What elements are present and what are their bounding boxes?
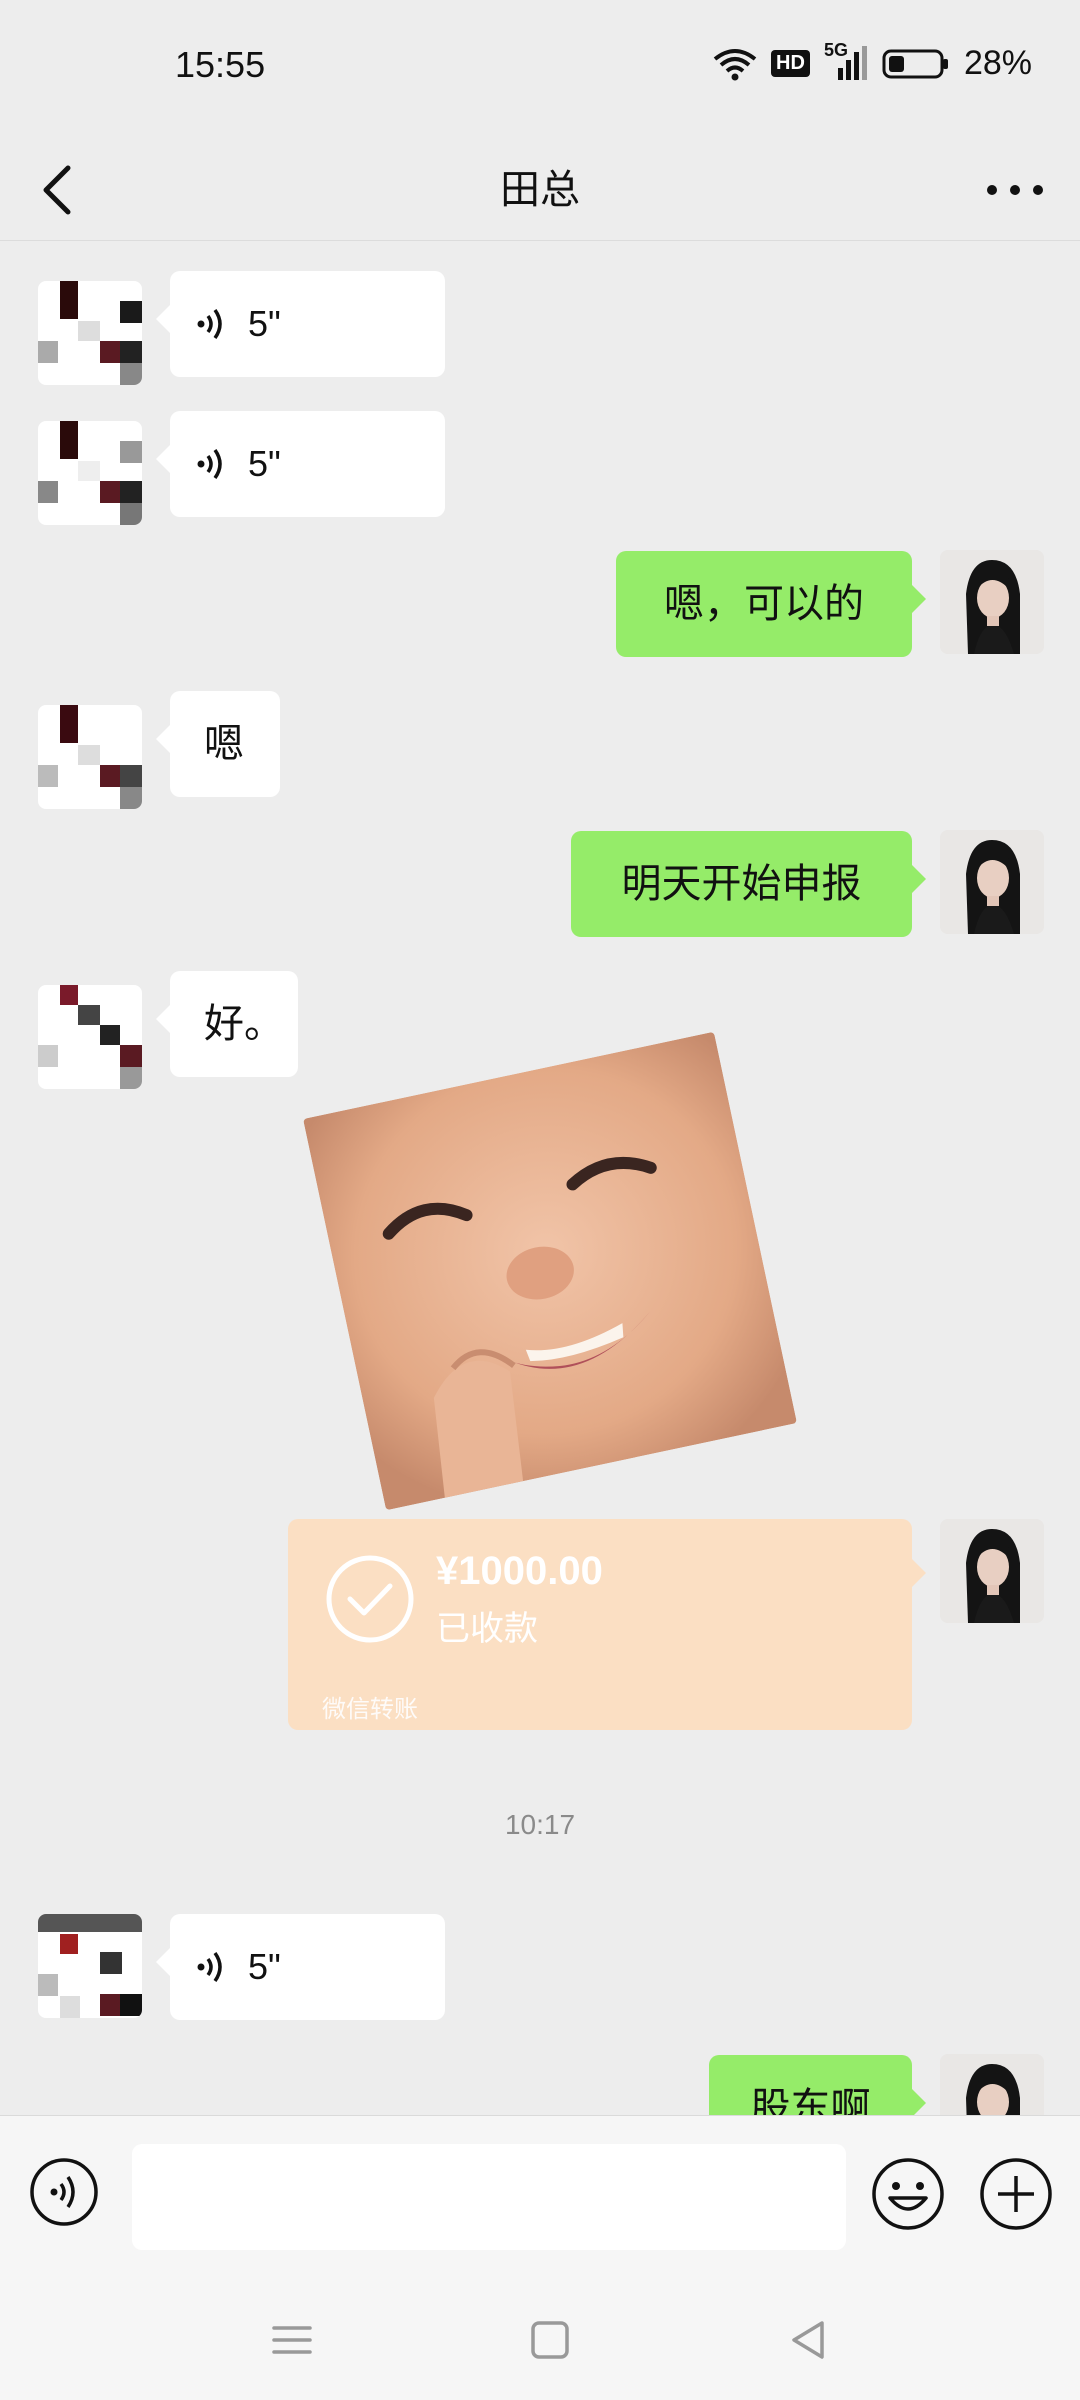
battery-icon: [882, 49, 948, 78]
input-bar: [0, 2115, 1080, 2281]
message-text: 嗯: [204, 721, 244, 767]
contact-avatar[interactable]: [38, 1914, 142, 2018]
voice-message[interactable]: 5": [156, 1914, 445, 2020]
transfer-status: 已收款: [436, 1609, 538, 1649]
text-message-incoming[interactable]: 好。: [156, 971, 298, 1077]
chat-title: 田总: [500, 167, 580, 213]
chat-header: 田总: [0, 140, 1080, 241]
message-text: 嗯，可以的: [664, 581, 864, 627]
message-text: 好。: [204, 1001, 284, 1047]
message-input[interactable]: [132, 2144, 846, 2250]
text-message-outgoing[interactable]: 明天开始申报: [571, 831, 926, 937]
message-list[interactable]: 5" 5" 嗯，可以的 嗯 明天开始申报 好。 ¥1000.00 已收款 微信转…: [0, 241, 1080, 2115]
plus-icon[interactable]: [978, 2156, 1054, 2232]
battery-percent: 28%: [963, 44, 1032, 82]
system-navigation-bar: [0, 2280, 1080, 2400]
voice-input-icon[interactable]: [28, 2156, 100, 2228]
emoji-icon[interactable]: [870, 2156, 946, 2232]
contact-avatar[interactable]: [38, 985, 142, 1089]
user-avatar[interactable]: [940, 1519, 1044, 1623]
message-text: 明天开始申报: [621, 861, 862, 907]
wifi-icon: [713, 48, 757, 80]
message-text: 股东啊: [750, 2085, 871, 2115]
voice-wave-icon: [197, 448, 222, 480]
voice-duration: 5": [248, 303, 281, 344]
status-bar: 15:55 HD 5G 28%: [0, 0, 1080, 140]
voice-wave-icon: [197, 308, 222, 340]
sticker-image[interactable]: [303, 1031, 797, 1511]
recent-apps-icon[interactable]: [262, 2310, 322, 2370]
baby-face-sticker: [303, 1031, 797, 1511]
signal-icon: 5G: [824, 40, 868, 82]
transfer-amount: ¥1000.00: [436, 1549, 603, 1593]
back-arrow-icon[interactable]: [30, 150, 90, 230]
voice-wave-icon: [197, 1951, 222, 1983]
user-avatar-image: [940, 830, 1044, 934]
transfer-card[interactable]: ¥1000.00 已收款 微信转账: [288, 1519, 926, 1730]
status-icons: HD 5G 28%: [713, 40, 1032, 83]
text-message-incoming[interactable]: 嗯: [156, 691, 280, 797]
back-nav-icon[interactable]: [778, 2310, 838, 2370]
status-time: 15:55: [175, 44, 266, 85]
hd-badge: HD: [771, 50, 810, 77]
check-circle-icon: [326, 1555, 414, 1643]
voice-duration: 5": [248, 443, 281, 484]
text-message-outgoing[interactable]: 股东啊: [709, 2055, 926, 2115]
home-icon[interactable]: [520, 2310, 580, 2370]
user-avatar-image: [940, 1519, 1044, 1623]
more-icon[interactable]: [980, 150, 1050, 230]
user-avatar[interactable]: [940, 2054, 1044, 2115]
contact-avatar[interactable]: [38, 281, 142, 385]
user-avatar-image: [940, 2054, 1044, 2115]
time-separator: 10:17: [504, 1809, 576, 1840]
transfer-label: 微信转账: [322, 1695, 418, 1723]
contact-avatar[interactable]: [38, 705, 142, 809]
text-message-outgoing[interactable]: 嗯，可以的: [616, 551, 926, 657]
user-avatar[interactable]: [940, 550, 1044, 654]
contact-avatar[interactable]: [38, 421, 142, 525]
voice-message[interactable]: 5": [156, 411, 445, 517]
user-avatar[interactable]: [940, 830, 1044, 934]
voice-duration: 5": [248, 1946, 281, 1987]
user-avatar-image: [940, 550, 1044, 654]
voice-message[interactable]: 5": [156, 271, 445, 377]
